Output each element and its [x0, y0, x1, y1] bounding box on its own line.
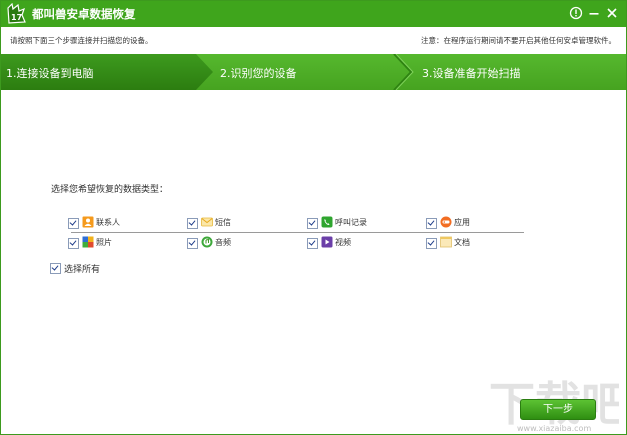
call-log-icon — [321, 216, 333, 228]
sms-label: 短信 — [215, 218, 231, 227]
step-3-label: 3.设备准备开始扫描 — [422, 67, 521, 80]
audio-label: 音频 — [215, 238, 231, 247]
video-icon — [321, 236, 333, 248]
watermark-url: www.xiazaiba.com — [517, 424, 592, 433]
title-bar[interactable]: 17 都叫兽安卓数据恢复 — [1, 1, 626, 27]
contacts-label: 联系人 — [96, 218, 120, 227]
select-all-checkbox[interactable] — [50, 263, 61, 274]
help-icon[interactable] — [568, 5, 584, 21]
call-log-checkbox[interactable] — [307, 218, 318, 229]
apps-label: 应用 — [454, 218, 470, 227]
data-type-prompt: 选择您希望恢复的数据类型： — [51, 185, 169, 195]
minimize-icon[interactable] — [586, 5, 602, 21]
step-2-label: 2.识别您的设备 — [220, 67, 297, 80]
contacts-icon — [82, 216, 94, 228]
instruction-text: 请按照下面三个步骤连接并扫描您的设备。 — [10, 36, 153, 45]
sub-header: 请按照下面三个步骤连接并扫描您的设备。 注意：在程序运行期间请不要开启其他任何安… — [1, 27, 626, 54]
sms-checkbox[interactable] — [187, 218, 198, 229]
select-all-label: 选择所有 — [64, 265, 101, 275]
logo-text: 17 — [11, 13, 22, 22]
close-icon[interactable] — [604, 5, 620, 21]
documents-icon — [440, 236, 452, 248]
photos-label: 照片 — [96, 238, 112, 247]
documents-checkbox[interactable] — [426, 238, 437, 249]
app-window: 17 都叫兽安卓数据恢复 请按照下面三个步骤连接并扫描您的设备。 注意：在程序运… — [0, 0, 627, 435]
app-logo-icon: 17 — [7, 3, 26, 24]
video-label: 视频 — [335, 238, 351, 247]
audio-checkbox[interactable] — [187, 238, 198, 249]
documents-label: 文档 — [454, 238, 470, 247]
apps-icon — [440, 216, 452, 228]
video-checkbox[interactable] — [307, 238, 318, 249]
call-log-label: 呼叫记录 — [335, 218, 367, 227]
window-title: 都叫兽安卓数据恢复 — [32, 7, 136, 21]
apps-checkbox[interactable] — [426, 218, 437, 229]
audio-icon — [201, 236, 213, 248]
photos-icon — [82, 236, 94, 248]
sms-icon — [201, 217, 213, 227]
notice-text: 注意：在程序运行期间请不要开启其他任何安卓管理软件。 — [421, 36, 616, 45]
next-step-button[interactable]: 下一步 — [520, 399, 596, 420]
options-divider — [71, 232, 524, 233]
photos-checkbox[interactable] — [68, 238, 79, 249]
step-bar-background — [1, 54, 626, 90]
step-1-label: 1.连接设备到电脑 — [6, 67, 94, 80]
step-bar: 1.连接设备到电脑 2.识别您的设备 3.设备准备开始扫描 — [1, 54, 626, 90]
contacts-checkbox[interactable] — [68, 218, 79, 229]
